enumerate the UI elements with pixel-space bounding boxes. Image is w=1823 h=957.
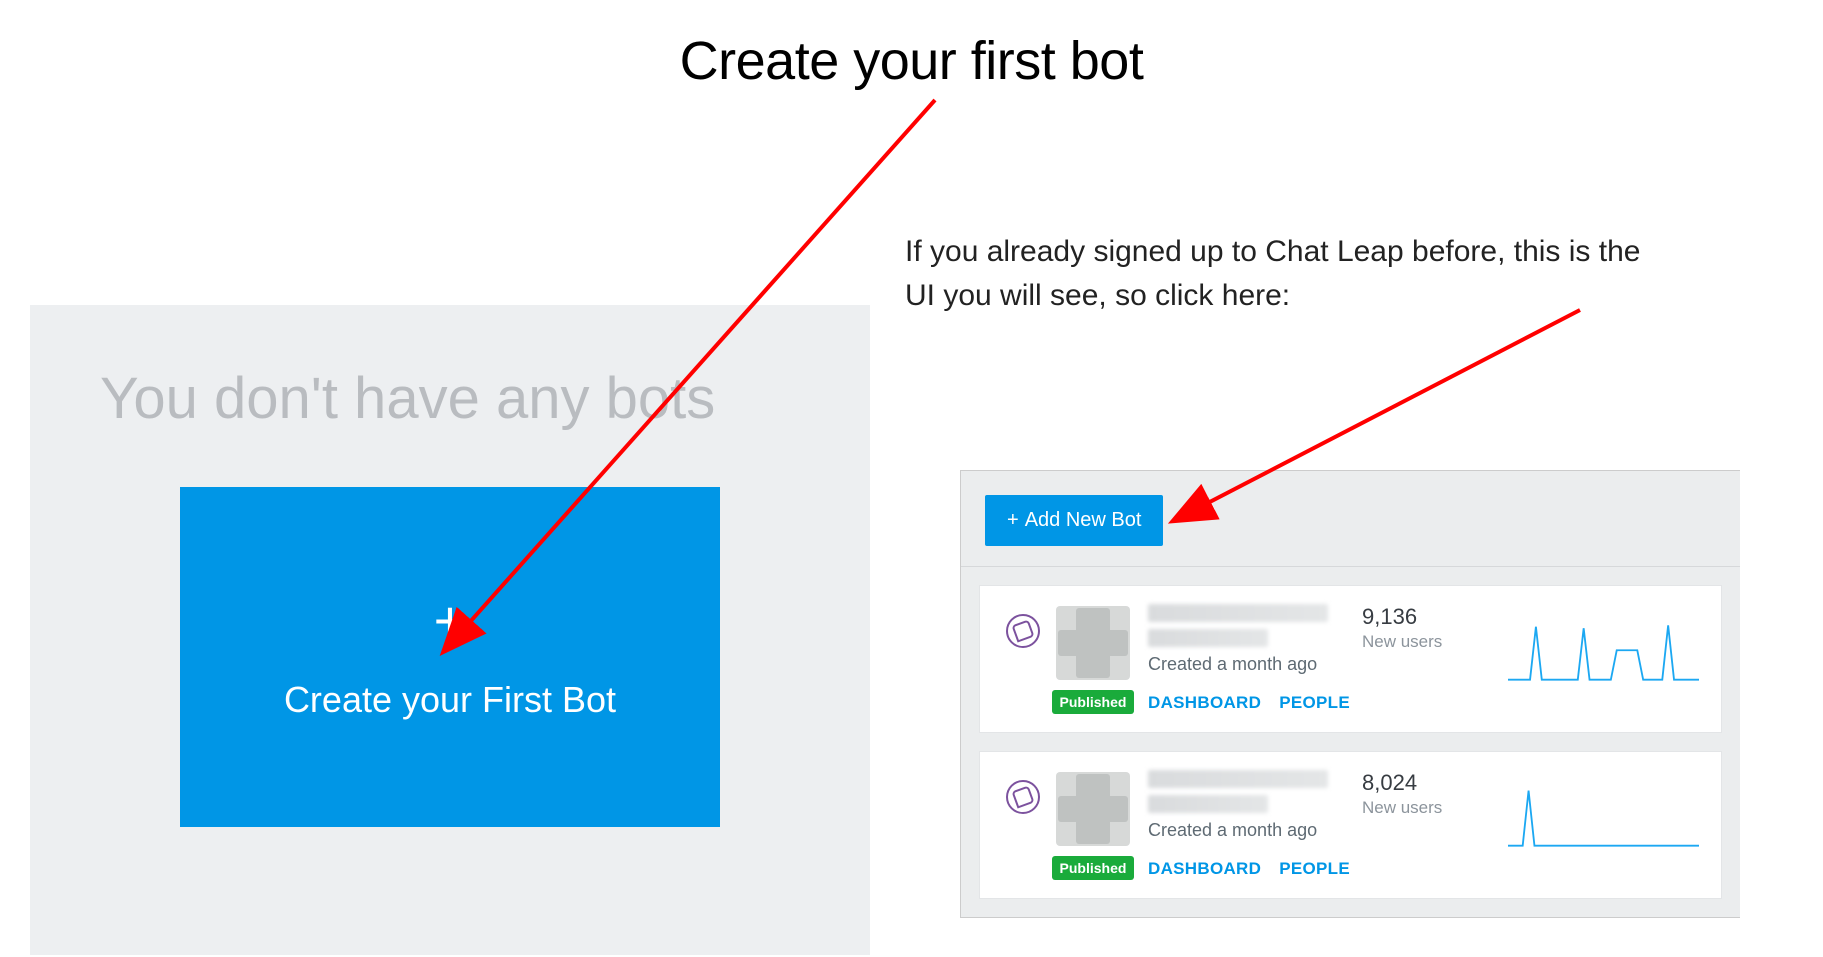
bot-links: DASHBOARD PEOPLE bbox=[1148, 693, 1358, 713]
sparkline-chart bbox=[1508, 610, 1699, 692]
stat-label: New users bbox=[1362, 632, 1488, 652]
platform-icon-col bbox=[998, 770, 1048, 814]
plus-icon: + bbox=[434, 593, 467, 649]
bot-thumbnail bbox=[1056, 772, 1130, 846]
plus-icon: + bbox=[1007, 509, 1019, 531]
sparkline-col bbox=[1488, 770, 1699, 858]
people-link[interactable]: PEOPLE bbox=[1279, 859, 1350, 879]
bot-links: DASHBOARD PEOPLE bbox=[1148, 859, 1358, 879]
stat-value: 9,136 bbox=[1362, 604, 1488, 630]
create-first-bot-button[interactable]: + Create your First Bot bbox=[180, 487, 720, 827]
empty-state-heading: You don't have any bots bbox=[100, 365, 800, 432]
bot-thumbnail-col: Published bbox=[1048, 770, 1138, 880]
viber-icon bbox=[1006, 780, 1040, 814]
bot-subtitle-redacted bbox=[1148, 795, 1268, 813]
bot-thumbnail bbox=[1056, 606, 1130, 680]
created-text: Created a month ago bbox=[1148, 820, 1358, 841]
status-badge: Published bbox=[1052, 690, 1135, 714]
bot-stats-col: 9,136 New users bbox=[1358, 604, 1488, 652]
bot-list-panel: + Add New Bot Published Created a month a… bbox=[960, 470, 1740, 918]
bot-name-redacted bbox=[1148, 770, 1328, 788]
bot-subtitle-redacted bbox=[1148, 629, 1268, 647]
create-first-bot-label: Create your First Bot bbox=[284, 679, 616, 721]
people-link[interactable]: PEOPLE bbox=[1279, 693, 1350, 713]
dashboard-link[interactable]: DASHBOARD bbox=[1148, 693, 1261, 713]
bot-row[interactable]: Published Created a month ago DASHBOARD … bbox=[979, 585, 1722, 733]
add-new-bot-label: Add New Bot bbox=[1025, 509, 1142, 531]
stat-value: 8,024 bbox=[1362, 770, 1488, 796]
bot-list-header: + Add New Bot bbox=[961, 471, 1740, 567]
sparkline-col bbox=[1488, 604, 1699, 692]
page-title: Create your first bot bbox=[680, 30, 1144, 92]
bot-row[interactable]: Published Created a month ago DASHBOARD … bbox=[979, 751, 1722, 899]
dashboard-link[interactable]: DASHBOARD bbox=[1148, 859, 1261, 879]
bot-name-redacted bbox=[1148, 604, 1328, 622]
bot-stats-col: 8,024 New users bbox=[1358, 770, 1488, 818]
bot-thumbnail-col: Published bbox=[1048, 604, 1138, 714]
platform-icon-col bbox=[998, 604, 1048, 648]
status-badge: Published bbox=[1052, 856, 1135, 880]
sparkline-chart bbox=[1508, 776, 1699, 858]
stat-label: New users bbox=[1362, 798, 1488, 818]
created-text: Created a month ago bbox=[1148, 654, 1358, 675]
bot-info-col: Created a month ago DASHBOARD PEOPLE bbox=[1138, 604, 1358, 713]
empty-state-panel: You don't have any bots + Create your Fi… bbox=[30, 305, 870, 955]
add-new-bot-button[interactable]: + Add New Bot bbox=[985, 495, 1163, 546]
instruction-text: If you already signed up to Chat Leap be… bbox=[905, 230, 1645, 317]
viber-icon bbox=[1006, 614, 1040, 648]
bot-info-col: Created a month ago DASHBOARD PEOPLE bbox=[1138, 770, 1358, 879]
